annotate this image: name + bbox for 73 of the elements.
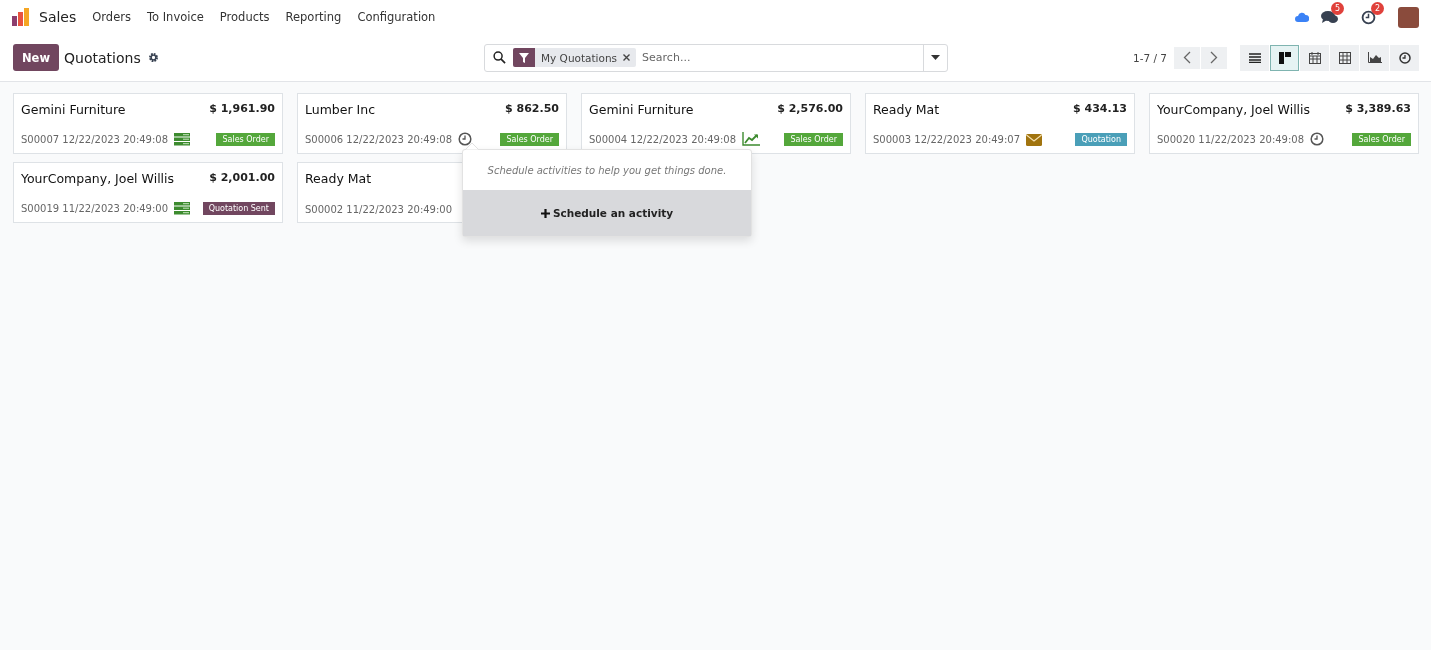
quotation-card[interactable]: Gemini Furniture $ 1,961.90 S00007 12/22/2023 20:49:08 Sales Order [13, 93, 283, 154]
status-tag: Sales Order [500, 132, 559, 146]
menu-item[interactable]: Reporting [277, 10, 350, 24]
chat-icon[interactable] [1321, 9, 1339, 25]
new-button[interactable]: New [13, 44, 60, 71]
order-reference-date: S00004 12/22/2023 20:49:08 [589, 133, 737, 145]
settings-icon[interactable] [147, 52, 159, 63]
search-field[interactable]: My Quotations Search... [484, 43, 948, 72]
chevron-left-icon [1183, 51, 1191, 64]
chevron-right-icon [1210, 51, 1218, 64]
notification-badge: 5 [1331, 1, 1344, 15]
kanban-icon [1278, 51, 1291, 64]
filter-icon [519, 52, 529, 63]
quotation-card[interactable]: YourCompany, Joel Willis $ 2,001.00 S00019 11/22/2023 20:49:00 Quotation Sent [13, 162, 283, 223]
menu-item[interactable]: Orders [84, 10, 139, 24]
menu-item[interactable]: Products [211, 10, 278, 24]
customer-name: Gemini Furniture [21, 102, 126, 117]
status-tag: Quotation Sent [202, 202, 275, 215]
search-icon [493, 51, 506, 64]
quotation-card[interactable]: Gemini Furniture $ 2,576.00 S00004 12/22/2023 20:49:08 Sales Order [581, 93, 851, 154]
order-reference-date: S00019 11/22/2023 20:49:00 [21, 203, 169, 214]
table-icon [1338, 51, 1351, 64]
amount-total: $ 2,001.00 [209, 171, 275, 184]
activity-list-icon[interactable] [174, 133, 191, 146]
quotation-card[interactable]: Lumber Inc $ 862.50 S00006 12/22/2023 20:49:08 Sales Order [297, 93, 567, 154]
line-chart-icon[interactable] [742, 132, 761, 146]
clock-icon[interactable] [458, 132, 473, 146]
order-reference-date: S00002 11/22/2023 20:49:00 [305, 204, 453, 215]
customer-name: YourCompany, Joel Willis [1157, 102, 1311, 117]
quotation-card[interactable]: YourCompany, Joel Willis $ 3,389.63 S00020 11/22/2023 20:49:08 Sales Order [1149, 93, 1419, 154]
status-tag: Quotation [1075, 133, 1127, 146]
page-title: Quotations [64, 49, 141, 66]
customer-name: Ready Mat [873, 102, 940, 117]
amount-total: $ 2,576.00 [777, 102, 843, 115]
amount-total: $ 3,389.63 [1345, 102, 1411, 115]
activity-list-icon[interactable] [174, 202, 191, 215]
facet-label: My Quotations [540, 51, 619, 64]
status-tag: Sales Order [216, 133, 275, 146]
customer-name: Gemini Furniture [589, 102, 694, 117]
notification-badge: 2 [1371, 1, 1384, 15]
amount-total: $ 434.13 [1073, 102, 1127, 115]
order-reference-date: S00006 12/22/2023 20:49:08 [305, 133, 453, 145]
customer-name: YourCompany, Joel Willis [21, 171, 175, 186]
filter-facet[interactable]: My Quotations [513, 48, 637, 67]
customer-name: Lumber Inc [305, 102, 376, 117]
status-tag: Sales Order [784, 132, 843, 146]
amount-total: $ 862.50 [505, 102, 559, 115]
menu-item[interactable]: To Invoice [138, 10, 212, 24]
user-avatar[interactable] [1398, 6, 1419, 28]
order-reference-date: S00007 12/22/2023 20:49:08 [21, 134, 169, 145]
clock-icon [1398, 51, 1411, 64]
order-reference-date: S00003 12/22/2023 20:49:07 [873, 134, 1021, 145]
menu-item[interactable]: Configuration [349, 10, 444, 24]
customer-name: Ready Mat [305, 171, 372, 186]
cloud-icon[interactable] [1295, 12, 1309, 22]
clock-icon[interactable] [1310, 132, 1325, 146]
close-icon[interactable] [623, 54, 631, 61]
amount-total: $ 1,961.90 [209, 102, 275, 115]
app-name[interactable]: Sales [39, 9, 77, 25]
calendar-icon [1308, 51, 1321, 64]
clock-icon[interactable] [1361, 9, 1376, 25]
app-logo-icon[interactable] [11, 7, 31, 27]
status-tag: Sales Order [1352, 132, 1411, 146]
envelope-icon[interactable] [1026, 133, 1043, 146]
quotation-card[interactable]: Ready Mat $ 434.13 S00003 12/22/2023 20:49:07 Quotation [865, 93, 1135, 154]
schedule-activity-button[interactable]: Schedule an activity [463, 190, 751, 236]
view-switch-button[interactable] [1270, 44, 1299, 71]
pager-value[interactable]: 1-7 / 7 [1132, 51, 1167, 64]
caret-icon [931, 55, 940, 60]
plus-icon [540, 208, 550, 218]
order-reference-date: S00020 11/22/2023 20:49:08 [1157, 133, 1305, 145]
list-icon [1248, 52, 1261, 63]
area-chart-icon [1367, 52, 1382, 63]
